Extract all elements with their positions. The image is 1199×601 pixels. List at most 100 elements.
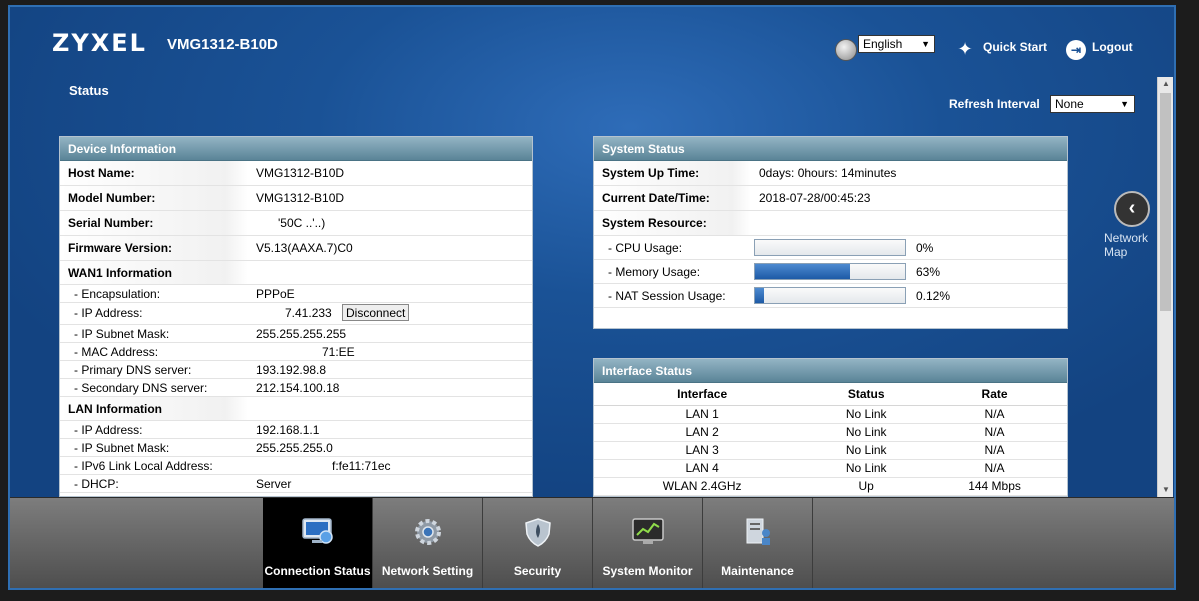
table-cell: LAN 4 [594,459,811,478]
row-value: 255.255.255.255 [256,327,347,341]
disconnect-button[interactable]: Disconnect [342,304,410,321]
info-row: System Resource: [594,211,1067,236]
row-label: - DHCP: [74,477,119,491]
model-name: VMG1312-B10D [167,36,278,53]
column-header: Rate [922,383,1067,406]
info-row: Model Number: VMG1312-B10D [60,186,532,211]
table-row: LAN 1 No Link N/A [594,405,1067,424]
nav-system-monitor[interactable]: System Monitor [593,498,703,588]
row-label: - Encapsulation: [74,287,161,301]
info-row: Firmware Version: V5.13(AAXA.7)C0 [60,236,532,261]
info-row: - Primary DNS server: 193.192.98.8 [60,361,532,379]
table-cell: No Link [810,405,923,424]
resource-row-memory: - Memory Usage: 63% [594,260,1067,284]
row-label: - NAT Session Usage: [608,288,726,303]
table-cell: LAN 1 [594,405,811,424]
info-row: - Encapsulation: PPPoE [60,285,532,303]
row-value: 2018-07-28/00:45:23 [759,191,871,205]
row-value: 0days: 0hours: 14minutes [759,166,897,180]
row-label: Serial Number: [60,211,248,235]
maintenance-icon [746,518,770,545]
row-value: V5.13(AAXA.7)C0 [256,241,353,255]
refresh-interval-label: Refresh Interval [949,97,1040,111]
section-title: WAN1 Information [60,261,248,284]
logout-icon[interactable]: ⇥ [1066,40,1086,60]
nav-label: Network Setting [381,564,474,578]
table-cell: LAN 3 [594,441,811,460]
table-row: WLAN 2.4GHz Up 144 Mbps [594,477,1067,496]
network-map-button[interactable]: ‹ [1114,191,1150,227]
usage-bar [754,239,906,256]
scroll-up-arrow-icon[interactable]: ▲ [1158,77,1174,91]
quick-start-link[interactable]: Quick Start [983,40,1047,54]
usage-bar-fill [755,264,850,279]
table-cell: Up [810,477,923,496]
row-value: f:fe11:71ec [332,459,391,473]
interface-status-panel: Interface Status Interface Status Rate L… [593,358,1068,497]
logout-link[interactable]: Logout [1092,40,1133,54]
chart-monitor-icon [632,518,664,544]
row-value: Server [256,477,292,491]
row-value: 192.168.1.1 [256,423,320,437]
page-title: Status [69,83,109,98]
monitor-icon [302,518,333,544]
info-row: - IP Subnet Mask: 255.255.255.255 [60,325,532,343]
section-header: LAN Information [60,397,532,421]
row-label: System Resource: [594,211,751,235]
brand-logo: ZYXEL [52,29,147,57]
nav-connection-status[interactable]: Connection Status [263,498,373,588]
language-globe-icon [835,39,857,61]
table-cell: N/A [922,459,1067,478]
table-header-row: Interface Status Rate [594,383,1067,406]
vertical-scrollbar[interactable]: ▲ ▼ [1157,77,1173,497]
info-row: - IP Address: 192.168.1.1 [60,421,532,439]
row-value: 193.192.98.8 [256,363,327,377]
nav-security[interactable]: Security [483,498,593,588]
info-row: Current Date/Time: 2018-07-28/00:45:23 [594,186,1067,211]
shield-icon [525,518,551,547]
row-label: System Up Time: [594,161,751,185]
app-frame: ZYXEL VMG1312-B10D English ▼ ✦ Quick Sta… [8,5,1176,590]
dropdown-arrow-icon: ▼ [921,39,930,49]
panel-header: Device Information [60,137,532,161]
info-row: Host Name: VMG1312-B10D [60,161,532,186]
table-cell: LAN 2 [594,423,811,442]
language-value: English [863,37,903,51]
row-label: - CPU Usage: [608,240,683,255]
gear-icon [415,519,441,545]
language-select[interactable]: English ▼ [858,35,935,53]
table-cell: No Link [810,441,923,460]
table-cell: No Link [810,423,923,442]
quick-start-wand-icon[interactable]: ✦ [955,39,975,59]
usage-bar [754,263,906,280]
scrollbar-thumb[interactable] [1160,93,1171,311]
usage-bar [754,287,906,304]
bottom-navigation: Connection Status Network Setting Securi… [10,497,1174,588]
info-row: - DHCP: Server [60,475,532,493]
row-label: Firmware Version: [60,236,248,260]
info-row: - IP Subnet Mask: 255.255.255.0 [60,439,532,457]
row-value: 255.255.255.0 [256,441,333,455]
row-label: - IP Subnet Mask: [74,327,170,341]
row-label: - Primary DNS server: [74,363,192,377]
row-value: '50C ..'..) [278,216,326,230]
row-value: VMG1312-B10D [256,191,345,205]
row-label: - Memory Usage: [608,264,701,279]
resource-row-nat: - NAT Session Usage: 0.12% [594,284,1067,308]
panel-header: System Status [594,137,1067,161]
info-row: - IPv6 Link Local Address: f:fe11:71ec [60,457,532,475]
scroll-down-arrow-icon[interactable]: ▼ [1158,483,1174,497]
refresh-interval-select[interactable]: None ▼ [1050,95,1135,113]
table-cell: WLAN 2.4GHz [594,477,811,496]
table-cell: N/A [922,423,1067,442]
interface-table: Interface Status Rate LAN 1 No Link N/A … [594,383,1067,496]
nav-label: Maintenance [721,564,794,578]
table-cell: N/A [922,405,1067,424]
table-row: LAN 3 No Link N/A [594,441,1067,460]
info-row: - MAC Address: 71:EE [60,343,532,361]
row-value: PPPoE [256,287,295,301]
network-map-label[interactable]: Network Map [1104,231,1164,259]
nav-maintenance[interactable]: Maintenance [703,498,813,588]
usage-percent: 0.12% [916,288,951,303]
nav-network-setting[interactable]: Network Setting [373,498,483,588]
